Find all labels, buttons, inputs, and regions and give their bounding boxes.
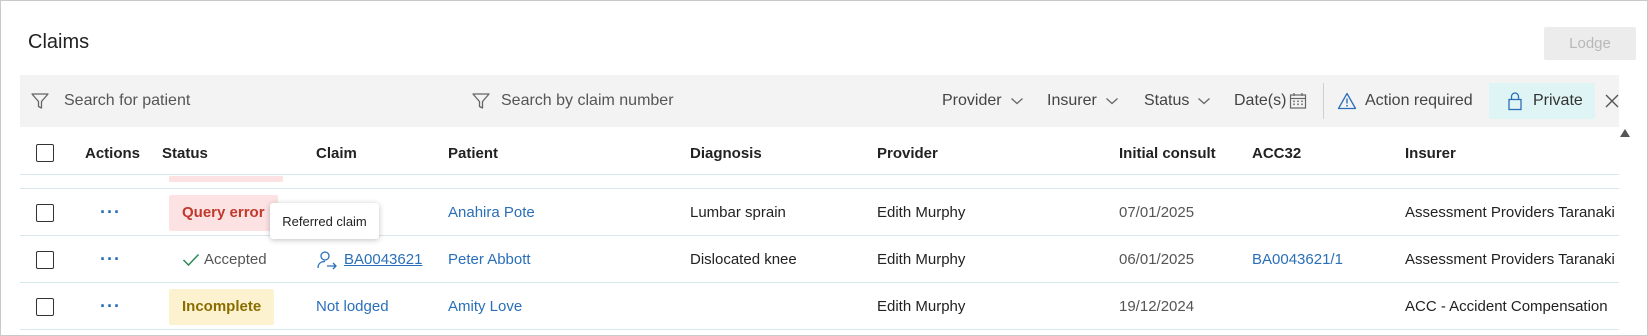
calendar-icon: [1290, 93, 1307, 109]
col-insurer[interactable]: Insurer: [1405, 131, 1456, 175]
col-provider[interactable]: Provider: [877, 131, 938, 175]
initial-consult-cell: 07/01/2025: [1119, 204, 1195, 221]
scroll-up-arrow[interactable]: [1620, 129, 1630, 137]
provider-cell: Edith Murphy: [877, 298, 966, 315]
row-checkbox[interactable]: [36, 189, 54, 236]
private-toggle[interactable]: Private: [1489, 83, 1595, 119]
chevron-down-icon: [1198, 98, 1211, 105]
col-initial-consult[interactable]: Initial consult: [1119, 131, 1216, 175]
row-checkbox[interactable]: [36, 236, 54, 283]
filter-bar: Search for patient Search by claim numbe…: [20, 75, 1619, 127]
claim-cell[interactable]: BA0043621: [316, 236, 422, 283]
action-required-toggle[interactable]: Action required: [1337, 75, 1473, 127]
patient-search-input[interactable]: Search for patient: [64, 92, 190, 110]
col-diagnosis[interactable]: Diagnosis: [690, 131, 762, 175]
chevron-down-icon: [1105, 98, 1118, 105]
chevron-down-icon: [1010, 98, 1023, 105]
more-actions-icon[interactable]: ···: [100, 202, 121, 223]
dates-filter-label: Date(s): [1234, 92, 1287, 109]
select-all-checkbox[interactable]: [36, 131, 54, 175]
status-label: Accepted: [204, 251, 267, 268]
diagnosis-cell: Dislocated knee: [690, 251, 797, 268]
page-title: Claims: [28, 31, 90, 53]
action-required-label: Action required: [1365, 92, 1473, 109]
filter-divider: [1323, 83, 1324, 119]
insurer-cell: Assessment Providers Taranaki: [1405, 251, 1615, 268]
referred-claim-icon[interactable]: [316, 249, 338, 271]
patient-link[interactable]: Amity Love: [448, 298, 522, 315]
insurer-cell: ACC - Accident Compensation: [1405, 298, 1608, 315]
provider-dropdown[interactable]: Provider: [942, 75, 1024, 127]
acc32-link[interactable]: BA0043621/1: [1252, 251, 1343, 268]
status-badge: Incomplete: [169, 288, 275, 325]
initial-consult-cell: 06/01/2025: [1119, 251, 1195, 268]
more-actions-icon[interactable]: ···: [100, 296, 121, 317]
lock-icon: [1508, 92, 1522, 111]
insurer-cell: Assessment Providers Taranaki: [1405, 204, 1615, 221]
warning-icon: [1337, 92, 1357, 110]
filter-icon: [472, 93, 490, 109]
lodge-button[interactable]: Lodge: [1544, 27, 1636, 60]
diagnosis-cell: Lumbar sprain: [690, 204, 786, 221]
private-label: Private: [1533, 92, 1583, 109]
insurer-dropdown-label: Insurer: [1047, 92, 1097, 109]
patient-link[interactable]: Peter Abbott: [448, 251, 531, 268]
col-patient[interactable]: Patient: [448, 131, 498, 175]
status-dropdown[interactable]: Status: [1144, 75, 1211, 127]
referred-claim-tooltip: Referred claim: [270, 203, 379, 239]
status-accepted: Accepted: [182, 236, 267, 283]
table-row[interactable]: ··· Incomplete Not lodged Amity Love Edi…: [20, 283, 1619, 330]
table-header: Actions Status Claim Patient Diagnosis P…: [20, 131, 1619, 175]
partial-row-badge: [169, 176, 283, 182]
patient-search[interactable]: Search for patient: [30, 75, 190, 127]
provider-cell: Edith Murphy: [877, 204, 966, 221]
claims-page: Claims Lodge Search for patient Search b…: [0, 0, 1648, 336]
table-row[interactable]: ··· Query error Anahira Pote Lumbar spra…: [20, 189, 1619, 236]
table-row[interactable]: ··· Accepted BA0043621 Peter Abbott Disl…: [20, 236, 1619, 283]
patient-link[interactable]: Anahira Pote: [448, 204, 535, 221]
claim-number-link[interactable]: BA0043621: [344, 251, 422, 268]
clear-filters-button[interactable]: [1605, 75, 1619, 127]
col-status[interactable]: Status: [162, 131, 208, 175]
check-icon: [182, 253, 200, 266]
provider-dropdown-label: Provider: [942, 92, 1002, 109]
provider-cell: Edith Murphy: [877, 251, 966, 268]
claim-search-input[interactable]: Search by claim number: [501, 92, 674, 110]
claim-search[interactable]: Search by claim number: [471, 75, 674, 127]
status-dropdown-label: Status: [1144, 92, 1190, 109]
dates-filter[interactable]: Date(s): [1234, 75, 1307, 127]
col-actions[interactable]: Actions: [85, 131, 140, 175]
claim-cell-text[interactable]: Not lodged: [316, 298, 389, 315]
close-icon: [1605, 94, 1619, 108]
col-acc32[interactable]: ACC32: [1252, 131, 1301, 175]
insurer-dropdown[interactable]: Insurer: [1047, 75, 1119, 127]
more-actions-icon[interactable]: ···: [100, 249, 121, 270]
filter-icon: [31, 93, 49, 109]
initial-consult-cell: 19/12/2024: [1119, 298, 1195, 315]
row-checkbox[interactable]: [36, 283, 54, 330]
col-claim[interactable]: Claim: [316, 131, 357, 175]
status-badge: Query error: [169, 194, 278, 231]
